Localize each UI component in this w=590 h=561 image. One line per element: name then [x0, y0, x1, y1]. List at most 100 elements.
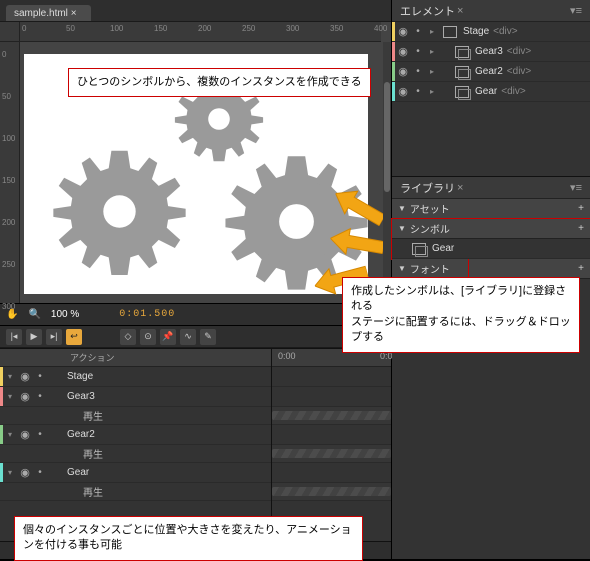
visibility-icon[interactable]: ◉	[395, 45, 411, 58]
element-row[interactable]: ◉ • ▸ Gear <div>	[392, 82, 590, 102]
pin-button[interactable]: 📌	[160, 329, 176, 345]
add-symbol-button[interactable]: +	[578, 223, 584, 234]
track-name: Stage	[65, 371, 271, 382]
easing-button[interactable]: ∿	[180, 329, 196, 345]
add-font-button[interactable]: +	[578, 263, 584, 274]
close-icon[interactable]: ×	[457, 5, 463, 17]
ruler-tick: 150	[154, 24, 167, 33]
visibility-icon[interactable]: ◉	[395, 85, 411, 98]
timeline-track[interactable]	[272, 407, 391, 425]
visibility-icon[interactable]: ◉	[395, 65, 411, 78]
timeline-track-row[interactable]: ▾ ◉ • Gear	[0, 463, 271, 483]
timeline-track-subrow[interactable]: 再生	[0, 445, 271, 463]
element-row[interactable]: ◉ • ▸ Gear2 <div>	[392, 62, 590, 82]
toggle-button[interactable]: ⊙	[140, 329, 156, 345]
zoom-tool-icon[interactable]: 🔍	[28, 309, 40, 320]
elements-panel: エレメント× ▾≡ ◉ • ▸ Stage <div> ◉ • ▸ Gear3 …	[392, 0, 590, 176]
close-icon[interactable]: ×	[457, 182, 463, 194]
document-tab-bar: sample.html ×	[0, 0, 391, 22]
lock-icon[interactable]: •	[33, 467, 47, 478]
chevron-down-icon[interactable]: ▾	[3, 468, 17, 477]
play-button[interactable]: ▶	[26, 329, 42, 345]
visibility-icon[interactable]: ◉	[17, 428, 33, 441]
visibility-icon[interactable]: ◉	[395, 25, 411, 38]
timeline-track[interactable]	[272, 367, 391, 387]
visibility-icon[interactable]: ◉	[17, 390, 33, 403]
loop-button[interactable]: ↩	[66, 329, 82, 345]
library-symbol-item[interactable]: Gear	[392, 239, 590, 259]
timeline-toolbar: |◂ ▶ ▸| ↩ ◇ ⊙ 📌 ∿ ✎	[0, 326, 391, 348]
visibility-icon[interactable]: ◉	[17, 370, 33, 383]
library-section-symbol[interactable]: ▼シンボル+	[392, 219, 590, 239]
lock-icon[interactable]: •	[411, 46, 425, 57]
library-item-label: Gear	[432, 243, 454, 254]
chevron-right-icon[interactable]: ▸	[425, 47, 439, 56]
panel-menu-icon[interactable]: ▾≡	[570, 181, 582, 194]
visibility-icon[interactable]: ◉	[17, 466, 33, 479]
document-tab[interactable]: sample.html ×	[6, 5, 91, 21]
library-section-asset[interactable]: ▼アセット+	[392, 199, 590, 219]
track-clip[interactable]	[272, 487, 391, 496]
panel-menu-icon[interactable]: ▾≡	[570, 4, 582, 17]
goto-end-button[interactable]: ▸|	[46, 329, 62, 345]
symbol-icon	[455, 46, 469, 58]
track-name: 再生	[3, 446, 271, 461]
track-clip[interactable]	[272, 449, 391, 458]
lock-icon[interactable]: •	[411, 26, 425, 37]
chevron-right-icon[interactable]: ▸	[425, 67, 439, 76]
chevron-down-icon[interactable]: ▾	[3, 372, 17, 381]
timeline-track[interactable]	[272, 463, 391, 483]
timeline-header-left: アクション	[0, 349, 271, 367]
track-name: 再生	[3, 408, 271, 423]
gear-instance-2[interactable]	[52, 144, 187, 279]
zoom-level[interactable]: 100 %	[51, 309, 79, 320]
lock-icon[interactable]: •	[411, 86, 425, 97]
chevron-down-icon[interactable]: ▾	[3, 430, 17, 439]
highlight-box: ▼シンボル+ Gear	[392, 219, 590, 259]
element-row[interactable]: ◉ • ▸ Gear3 <div>	[392, 42, 590, 62]
canvas-viewport[interactable]: ひとつのシンボルから、複数のインスタンスを作成できる	[20, 42, 383, 303]
timeline-track-row[interactable]: ▾ ◉ • Gear3	[0, 387, 271, 407]
element-name: Gear	[475, 86, 497, 97]
element-tag: <div>	[507, 46, 531, 57]
timeline-track-subrow[interactable]: 再生	[0, 407, 271, 425]
keyframe-button[interactable]: ◇	[120, 329, 136, 345]
timeline-track[interactable]	[272, 483, 391, 501]
timeline-track-subrow[interactable]: 再生	[0, 483, 271, 501]
timeline-track-row[interactable]: ▾ ◉ • Stage	[0, 367, 271, 387]
goto-start-button[interactable]: |◂	[6, 329, 22, 345]
timeline-track[interactable]	[272, 425, 391, 445]
ruler-tick: 100	[110, 24, 123, 33]
scrollbar-vertical[interactable]	[383, 42, 391, 303]
add-asset-button[interactable]: +	[578, 203, 584, 214]
timeline-track[interactable]	[272, 445, 391, 463]
edit-button[interactable]: ✎	[200, 329, 216, 345]
track-name: 再生	[3, 484, 271, 499]
element-name: Gear2	[475, 66, 503, 77]
chevron-down-icon[interactable]: ▾	[3, 392, 17, 401]
elements-panel-header: エレメント× ▾≡	[392, 0, 590, 22]
lock-icon[interactable]: •	[33, 371, 47, 382]
stage-panel: 050100150200250300350400 050100150200250…	[0, 22, 391, 304]
chevron-right-icon[interactable]: ▸	[425, 27, 439, 36]
close-icon[interactable]: ×	[71, 8, 77, 19]
lock-icon[interactable]: •	[33, 391, 47, 402]
track-name: Gear	[65, 467, 271, 478]
timeline-track[interactable]	[272, 387, 391, 407]
symbol-icon	[455, 86, 469, 98]
timeline-track-row[interactable]: ▾ ◉ • Gear2	[0, 425, 271, 445]
ruler-corner	[0, 22, 20, 42]
left-column: sample.html × 050100150200250300350400 0…	[0, 0, 392, 559]
timeline-panel: |◂ ▶ ▸| ↩ ◇ ⊙ 📌 ∿ ✎ アクション ▾ ◉ • Stage	[0, 326, 391, 559]
scrollbar-thumb[interactable]	[384, 82, 390, 192]
annotation-library: 作成したシンボルは、[ライブラリ]に登録される ステージに配置するには、ドラッグ…	[342, 277, 580, 353]
track-clip[interactable]	[272, 411, 391, 420]
library-section-font[interactable]: ▼フォント+	[392, 259, 590, 279]
lock-icon[interactable]: •	[411, 66, 425, 77]
ruler-tick: 50	[66, 24, 75, 33]
timeline-tracks-area[interactable]: 0:000:010:02 0:01.500	[272, 349, 391, 541]
element-row[interactable]: ◉ • ▸ Stage <div>	[392, 22, 590, 42]
chevron-right-icon[interactable]: ▸	[425, 87, 439, 96]
track-name: Gear2	[65, 429, 271, 440]
lock-icon[interactable]: •	[33, 429, 47, 440]
